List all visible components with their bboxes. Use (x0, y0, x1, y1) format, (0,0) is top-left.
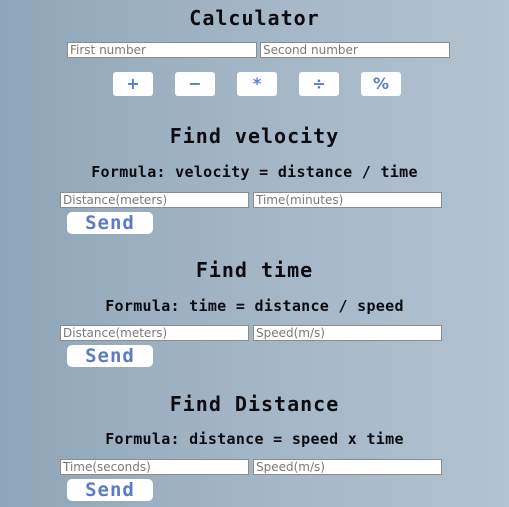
distance-title: Find Distance (169, 392, 340, 416)
percent-button[interactable]: % (361, 72, 401, 96)
calculator-title: Calculator (189, 6, 320, 30)
second-number-input[interactable]: Second number (260, 42, 450, 58)
velocity-distance-input[interactable]: Distance(meters) (60, 192, 249, 208)
time-speed-input[interactable]: Speed(m/s) (253, 325, 442, 341)
velocity-formula: Formula: velocity = distance / time (91, 163, 418, 181)
distance-speed-input[interactable]: Speed(m/s) (253, 459, 442, 475)
distance-formula: Formula: distance = speed x time (105, 430, 404, 448)
distance-time-input[interactable]: Time(seconds) (60, 459, 249, 475)
time-distance-input[interactable]: Distance(meters) (60, 325, 249, 341)
velocity-time-input[interactable]: Time(minutes) (253, 192, 442, 208)
divide-button[interactable]: ÷ (299, 72, 339, 96)
velocity-title: Find velocity (169, 124, 340, 148)
add-button[interactable]: + (113, 72, 153, 96)
time-title: Find time (195, 258, 314, 282)
time-send-button[interactable]: Send (67, 345, 153, 367)
multiply-button[interactable]: * (237, 72, 277, 96)
velocity-send-button[interactable]: Send (67, 212, 153, 234)
time-formula: Formula: time = distance / speed (105, 297, 404, 315)
distance-send-button[interactable]: Send (67, 479, 153, 501)
subtract-button[interactable]: − (175, 72, 215, 96)
first-number-input[interactable]: First number (67, 42, 257, 58)
